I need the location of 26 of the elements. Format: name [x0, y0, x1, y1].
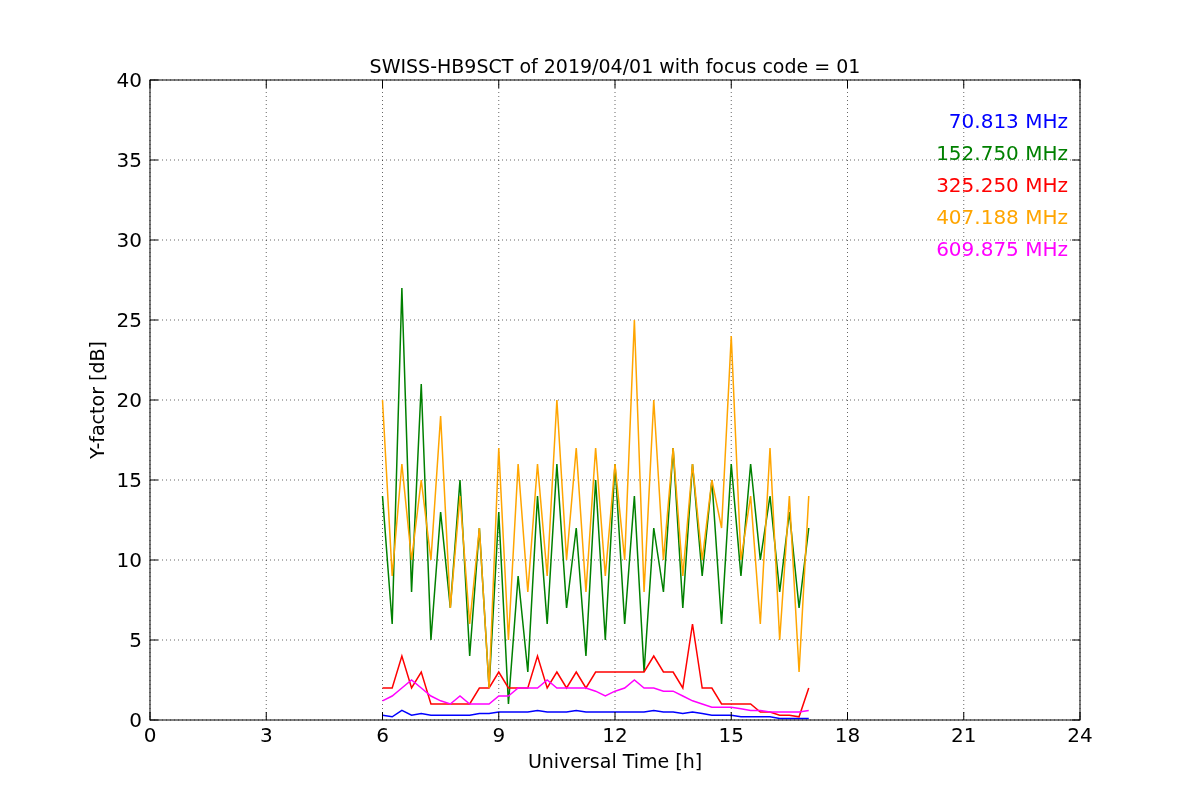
tick-label: 6 [376, 723, 389, 747]
tick-label: 12 [602, 723, 628, 747]
tick-label: 30 [116, 228, 142, 252]
tick-label: 25 [116, 308, 142, 332]
tick-label: 10 [116, 548, 142, 572]
tick-label: 15 [718, 723, 744, 747]
tick-label: 0 [143, 723, 157, 747]
tick-label: 0 [129, 708, 142, 732]
legend-label: 609.875 MHz [936, 237, 1068, 261]
tick-label: 35 [116, 148, 142, 172]
chart-title: SWISS-HB9SCT of 2019/04/01 with focus code = 01 [369, 55, 861, 77]
tick-label: 20 [116, 388, 142, 412]
tick-label: 21 [951, 723, 977, 747]
legend-label: 325.250 MHz [936, 173, 1068, 197]
legend-label: 70.813 MHz [948, 109, 1068, 133]
axis-label: Universal Time [h] [527, 750, 703, 772]
tick-label: 5 [129, 628, 142, 652]
axis-label: Y-factor [dB] [86, 341, 108, 459]
tick-label: 3 [259, 723, 273, 747]
tick-label: 18 [834, 723, 861, 747]
legend-label: 407.188 MHz [936, 205, 1068, 229]
legend-label: 152.750 MHz [936, 141, 1068, 165]
tick-label: 9 [492, 723, 506, 747]
tick-label: 24 [1067, 723, 1093, 747]
tick-label: 40 [116, 68, 142, 92]
tick-label: 15 [116, 468, 142, 492]
